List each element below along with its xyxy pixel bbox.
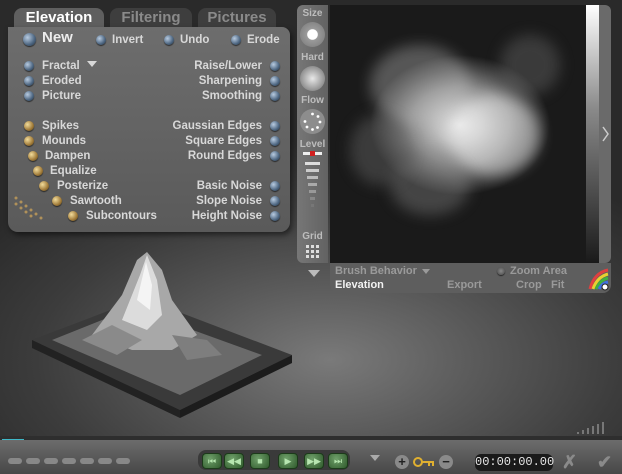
undo-label[interactable]: Undo [180,33,209,47]
stop-icon[interactable]: ■ [250,453,270,469]
zoom-area-label[interactable]: Zoom Area [510,265,567,277]
fit-button[interactable]: Fit [551,279,564,291]
height-noise-label[interactable]: Height Noise [192,209,262,223]
export-button[interactable]: Export [447,279,482,291]
mounds-label[interactable]: Mounds [42,134,86,148]
gradient-side-panel [599,5,611,263]
zoom-area-radio[interactable] [497,267,505,275]
basic-noise-label[interactable]: Basic Noise [197,179,262,193]
smoothing-radio[interactable] [270,91,280,101]
height-noise-radio[interactable] [270,211,280,221]
rewind-icon[interactable]: ◀◀ [224,453,244,469]
sharpening-label[interactable]: Sharpening [199,74,262,88]
brush-behavior-dropdown[interactable]: Brush Behavior [335,265,417,277]
square-edges-radio[interactable] [270,136,280,146]
tab-elevation[interactable]: Elevation [14,8,104,28]
keyframe-slots [8,455,148,467]
equalize-radio[interactable] [33,166,43,176]
resize-grip-icon[interactable] [577,422,613,436]
mounds-radio[interactable] [24,136,34,146]
go-to-start-button[interactable]: ⏮ [202,453,222,469]
fractal-chain-icon [14,196,43,220]
level-slider[interactable] [303,151,322,214]
elevation-preview[interactable] [330,5,602,263]
round-edges-radio[interactable] [270,151,280,161]
minus-icon[interactable]: − [439,455,453,469]
flow-label: Flow [301,95,324,106]
sawtooth-radio[interactable] [52,196,62,206]
posterize-radio[interactable] [39,181,49,191]
picture-label[interactable]: Picture [42,89,81,103]
tab-pictures[interactable]: Pictures [198,8,276,28]
erode-radio[interactable] [231,35,241,45]
round-edges-label[interactable]: Round Edges [188,149,262,163]
eroded-radio[interactable] [24,76,34,86]
gaussian-edges-radio[interactable] [270,121,280,131]
subcontours-radio[interactable] [68,211,78,221]
tab-filtering[interactable]: Filtering [110,8,192,28]
spikes-label[interactable]: Spikes [42,119,79,133]
slope-noise-label[interactable]: Slope Noise [196,194,262,208]
fractal-label[interactable]: Fractal [42,59,80,73]
spikes-radio[interactable] [24,121,34,131]
erode-label[interactable]: Erode [247,33,280,47]
smoothing-label[interactable]: Smoothing [202,89,262,103]
brush-hardness-button[interactable] [300,66,325,91]
new-label[interactable]: New [42,30,73,45]
brush-controls: Size Hard Flow Level Grid [297,5,328,263]
size-label: Size [302,8,323,19]
posterize-label[interactable]: Posterize [57,179,108,193]
sawtooth-label[interactable]: Sawtooth [70,194,122,208]
basic-noise-radio[interactable] [270,181,280,191]
dampen-radio[interactable] [28,151,38,161]
gaussian-edges-label[interactable]: Gaussian Edges [173,119,262,133]
new-radio[interactable] [23,33,36,46]
elevation-gradient-bar[interactable] [586,5,599,263]
color-wheel-icon[interactable] [588,267,610,291]
dampen-label[interactable]: Dampen [45,149,90,163]
square-edges-label[interactable]: Square Edges [185,134,262,148]
fractal-radio[interactable] [24,61,34,71]
flow-dots-icon [303,112,322,131]
chevron-down-icon[interactable] [422,269,430,274]
eroded-label[interactable]: Eroded [42,74,82,88]
go-to-end-button[interactable]: ⏭ [328,453,348,469]
close-icon[interactable]: ✗ [562,452,577,472]
subcontours-label[interactable]: Subcontours [86,209,157,223]
undo-radio[interactable] [164,35,174,45]
slope-noise-radio[interactable] [270,196,280,206]
brush-size-button[interactable] [300,22,325,47]
fast-forward-icon[interactable]: ▶▶ [304,453,324,469]
chevron-down-icon[interactable] [87,61,97,67]
sharpening-radio[interactable] [270,76,280,86]
side-arrow-icon[interactable] [599,5,611,263]
raise-lower-radio[interactable] [270,61,280,71]
invert-label[interactable]: Invert [112,33,143,47]
equalize-label[interactable]: Equalize [50,164,97,178]
transport-menu-chevron-icon[interactable] [370,455,380,461]
key-icon[interactable] [413,455,435,469]
picture-radio[interactable] [24,91,34,101]
preview-toolbar: Brush Behavior Zoom Area Elevation Expor… [330,263,611,293]
invert-radio[interactable] [96,35,106,45]
time-display[interactable]: 00:00:00.00 [475,454,554,471]
hard-label: Hard [301,52,324,63]
plus-icon[interactable]: + [395,455,409,469]
terrain-3d-view[interactable] [22,240,312,420]
check-icon[interactable]: ✔ [597,452,612,472]
brush-flow-button[interactable] [300,109,325,134]
play-icon[interactable]: ▶ [278,453,298,469]
raise-lower-label[interactable]: Raise/Lower [194,59,262,73]
elevation-panel: New Invert Undo Erode Fractal Eroded Pic… [8,27,290,232]
level-label: Level [299,139,326,150]
elevation-label: Elevation [335,279,384,291]
crop-button[interactable]: Crop [516,279,542,291]
